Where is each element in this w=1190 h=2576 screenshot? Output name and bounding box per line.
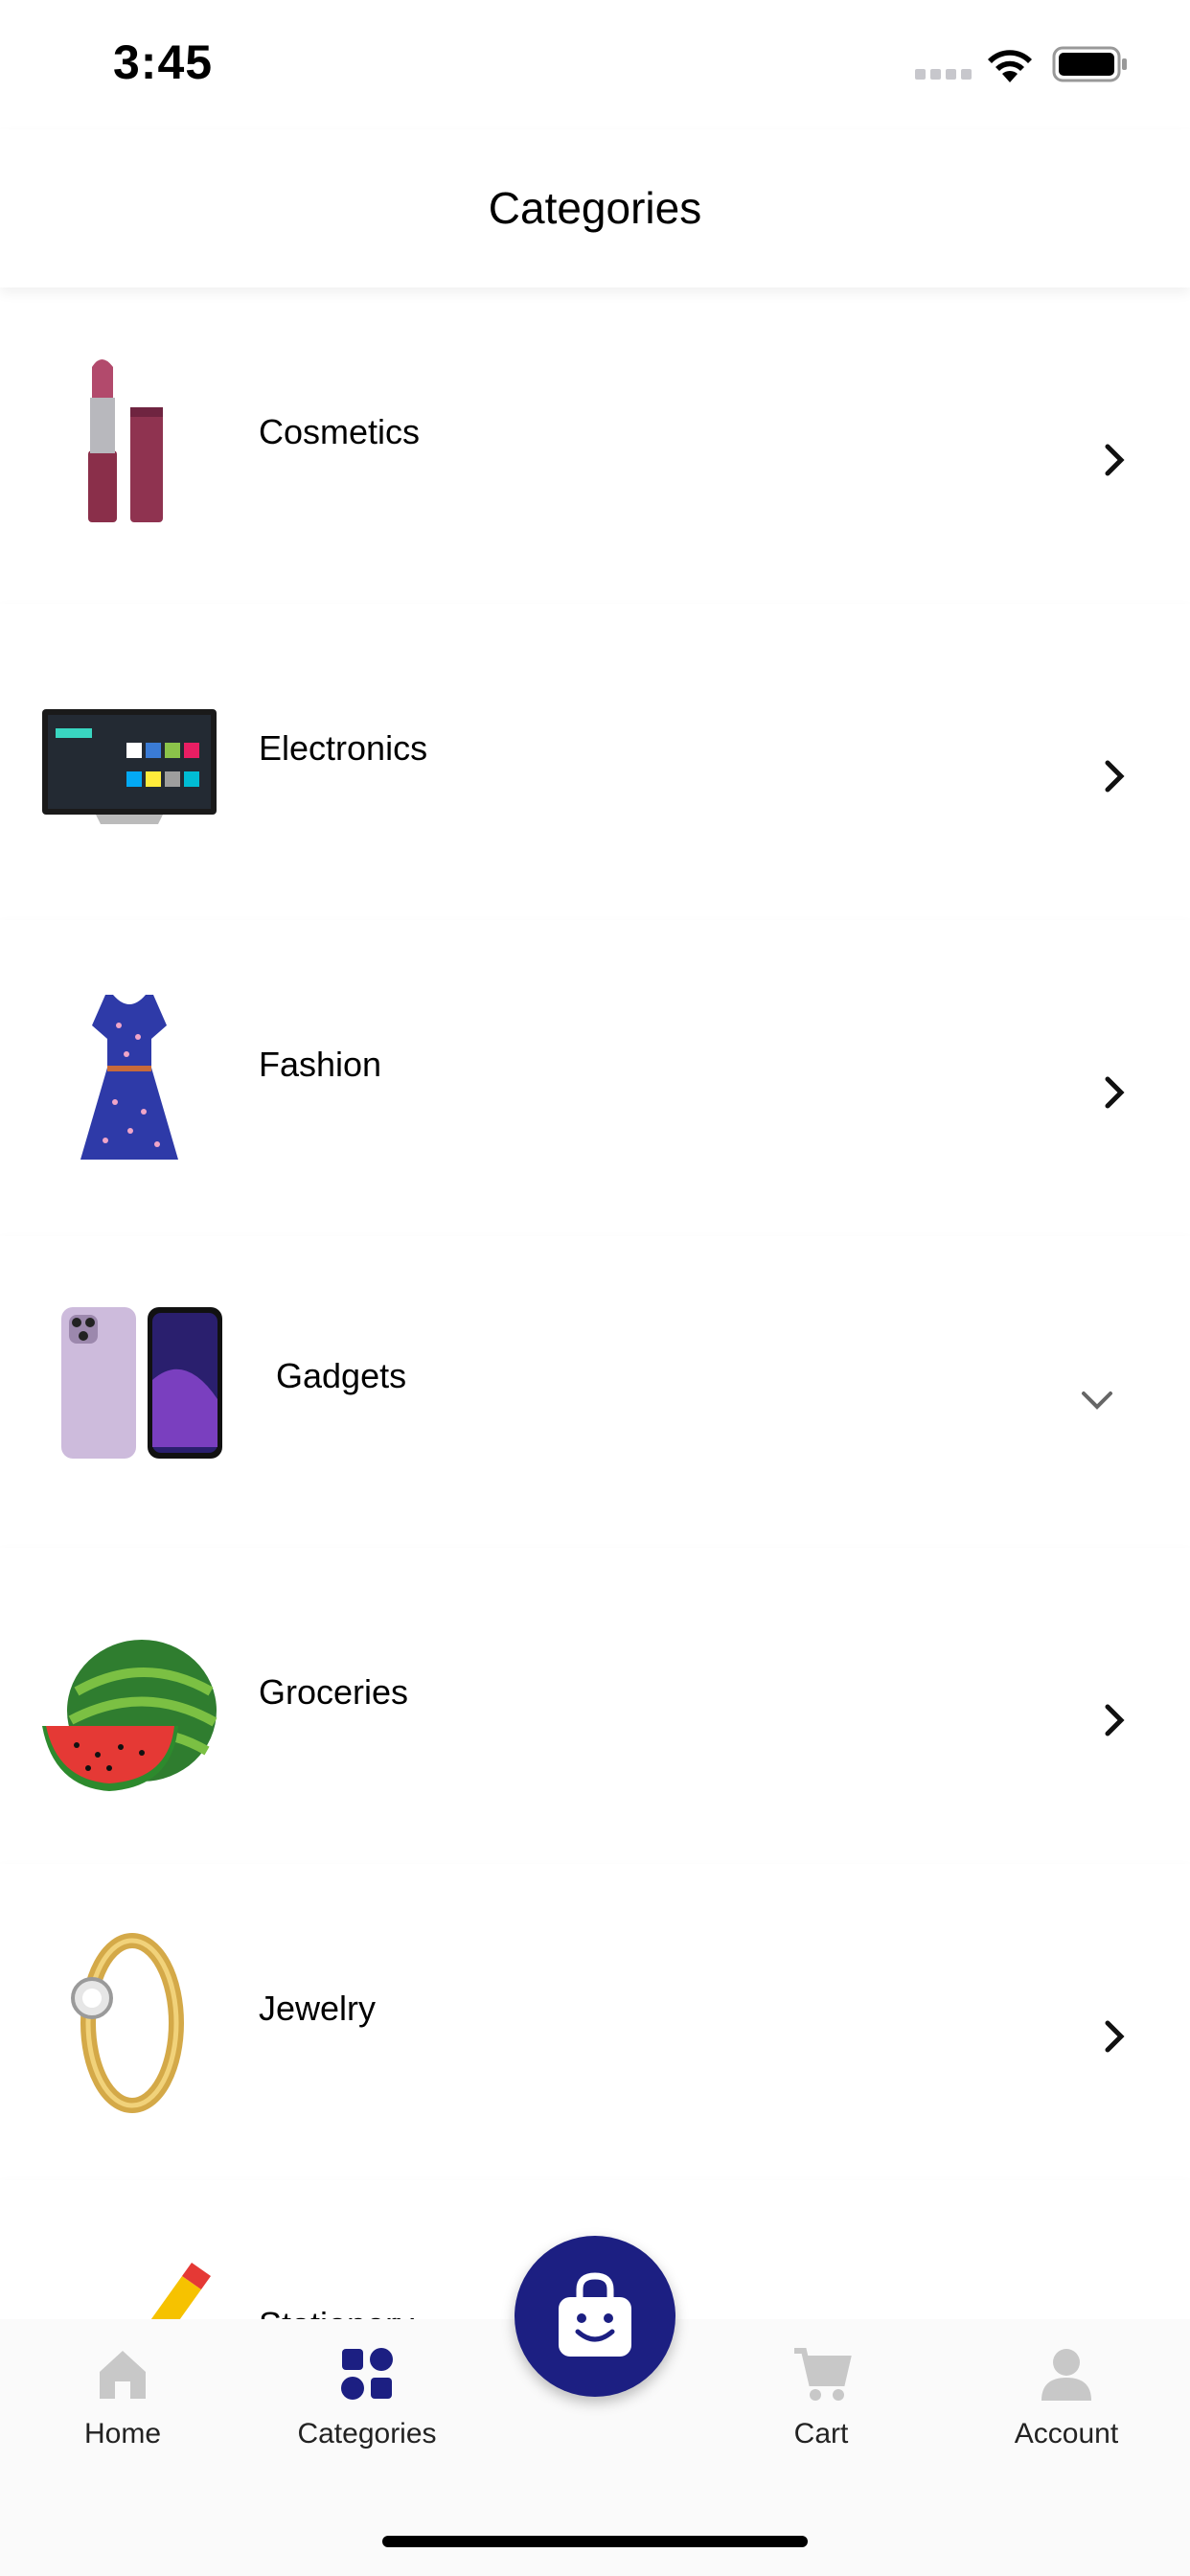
dress-thumbnail [80,995,178,1160]
category-list[interactable]: Cosmetics Electronics Fashion Gadgets Gr… [0,288,1190,2319]
cart-icon [794,2348,852,2401]
nav-cart-label: Cart [793,2418,849,2450]
status-bar: 3:45 [0,0,1190,129]
categories-icon [341,2348,393,2400]
battery-icon [1052,46,1127,82]
nav-account-label: Account [1014,2418,1119,2450]
category-row-cosmetics[interactable]: Cosmetics [0,288,1190,604]
category-label: Groceries [259,1672,409,1712]
category-label: Fashion [259,1045,382,1084]
watermelon-thumbnail [42,1640,217,1791]
smart-tv-thumbnail [42,709,217,824]
account-icon [1041,2349,1091,2401]
chevron-right-icon [1105,1704,1125,1736]
category-label: Gadgets [276,1356,407,1395]
category-label: Cosmetics [259,412,421,451]
nav-categories-label: Categories [297,2418,437,2450]
home-icon [100,2351,146,2399]
category-label: Stationery [259,2305,414,2319]
page-title: Categories [488,183,702,233]
category-row-jewelry[interactable]: Jewelry [0,1864,1190,2180]
wifi-icon [988,50,1032,82]
category-row-fashion[interactable]: Fashion [0,920,1190,1236]
nav-account[interactable]: Account [971,2343,1162,2450]
status-time: 3:45 [113,35,214,89]
lipstick-thumbnail [88,359,163,522]
nav-categories[interactable]: Categories [271,2343,463,2450]
chevron-right-icon [1105,2020,1125,2053]
chevron-down-icon [1082,1392,1112,1410]
chevron-right-icon [1105,760,1125,793]
chevron-right-icon [1105,1076,1125,1109]
category-row-gadgets[interactable]: Gadgets [0,1236,1190,1548]
category-label: Electronics [259,728,428,768]
chevron-right-icon [1105,444,1125,476]
shop-fab-button[interactable] [515,2236,675,2397]
nav-home-label: Home [83,2418,162,2450]
smartphones-thumbnail [61,1307,222,1459]
pencil-thumbnail [150,2263,211,2319]
nav-home[interactable]: Home [27,2343,218,2450]
ring-thumbnail [71,1933,184,2113]
cellular-signal-icon [915,69,973,82]
shopping-bag-icon [559,2272,631,2357]
category-row-groceries[interactable]: Groceries [0,1548,1190,1864]
category-row-electronics[interactable]: Electronics [0,604,1190,920]
home-indicator [382,2536,808,2547]
nav-cart[interactable]: Cart [725,2343,917,2450]
app-header: Categories [0,129,1190,288]
category-label: Jewelry [259,1989,377,2028]
